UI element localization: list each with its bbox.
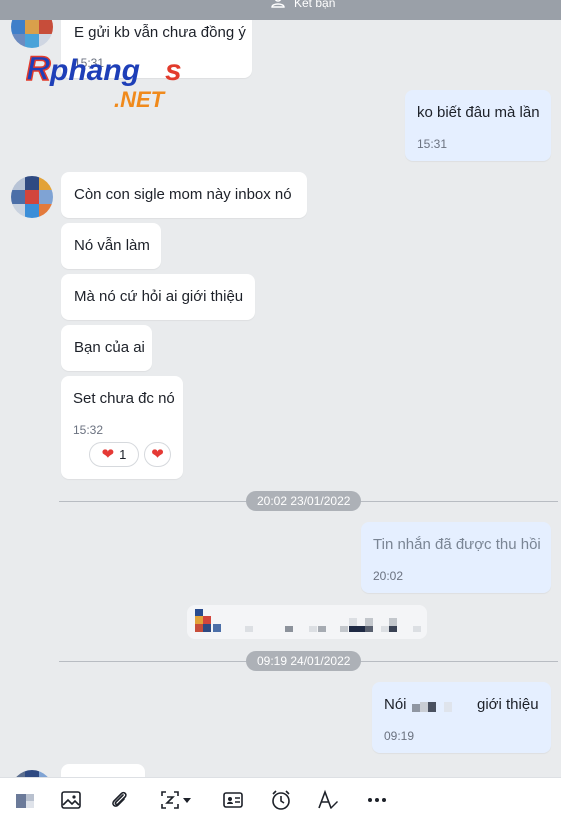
svg-text:s: s [165,54,182,87]
svg-text:phang: phang [49,54,140,87]
message-bubble[interactable]: Bạn của ai [61,325,152,371]
message-bubble[interactable]: Còn con sigle mom này inbox nó [61,172,307,218]
chevron-down-icon [181,793,193,811]
recalled-message-bubble[interactable]: Tin nhắn đã được thu hồi 20:02 [361,522,551,593]
message-bubble[interactable] [61,764,145,777]
reaction-count: 1 [119,447,127,462]
censored-name [428,702,436,712]
contact-avatar[interactable] [11,176,53,218]
reaction-count-badge[interactable]: ❤ 1 [89,442,139,467]
message-bubble[interactable]: Nó vẫn làm [61,223,161,269]
date-divider: 20:02 23/01/2022 [246,491,362,511]
message-text: Còn con sigle mom này inbox nó [74,186,292,203]
svg-text:.NET: .NET [114,87,166,110]
contact-avatar[interactable] [11,770,53,777]
text-format-icon [317,789,339,816]
message-text: Tin nhắn đã được thu hồi [373,536,541,553]
watermark-logo: R phang s .NET [25,48,196,115]
message-text-start: Nói [384,696,407,713]
message-bubble-sent[interactable]: Nói giới thiệu 09:19 [372,682,551,753]
message-text: Nó vẫn làm [74,237,150,254]
attach-file-button[interactable] [106,789,132,815]
message-bubble-sent[interactable]: ko biết đâu mà lần 15:31 [405,90,551,161]
message-text: Mà nó cứ hỏi ai giới thiệu [74,288,244,305]
add-friend-icon [270,0,286,11]
message-bubble[interactable]: Mà nó cứ hỏi ai giới thiệu [61,274,255,320]
censored-notice [187,605,427,639]
contact-avatar[interactable] [11,20,53,48]
message-text-end: giới thiệu [477,696,539,713]
text-format-button[interactable] [315,789,341,815]
reminder-button[interactable] [268,789,294,815]
message-time: 15:31 [417,137,448,151]
message-text: Set chưa đc nó [73,390,175,407]
censored-name [444,702,452,712]
contact-card-icon [222,789,244,816]
heart-icon: ❤ [151,446,164,463]
svg-text:R: R [26,50,51,88]
send-contact-card-button[interactable] [220,789,246,815]
message-text: ko biết đâu mà lần [417,104,540,121]
heart-icon: ❤ [101,446,115,463]
add-friend-label: Kết bạn [294,0,336,10]
message-text: E gửi kb vẫn chưa đồng ý [74,24,246,41]
more-options-button[interactable] [364,789,390,815]
message-time: 15:32 [73,423,104,437]
censored-name [412,704,420,712]
screenshot-icon [159,789,181,816]
message-time: 20:02 [373,569,404,583]
attachment-icon [108,789,130,816]
sticker-icon [14,789,36,816]
sticker-button[interactable] [12,789,38,815]
image-icon [60,789,82,816]
add-reaction-button[interactable]: ❤ [144,442,171,467]
reminder-icon [270,789,292,816]
date-divider: 09:19 24/01/2022 [246,651,362,671]
screenshot-button[interactable] [153,789,199,815]
censored-name [420,702,428,712]
more-icon [366,789,388,816]
message-text: Bạn của ai [74,339,145,356]
composer-toolbar [0,777,561,830]
message-time: 09:19 [384,729,415,743]
add-friend-bar[interactable]: Kết bạn [0,0,561,20]
chat-area[interactable]: E gửi kb vẫn chưa đồng ý 15:31 R phang s… [0,20,561,777]
image-button[interactable] [58,789,84,815]
